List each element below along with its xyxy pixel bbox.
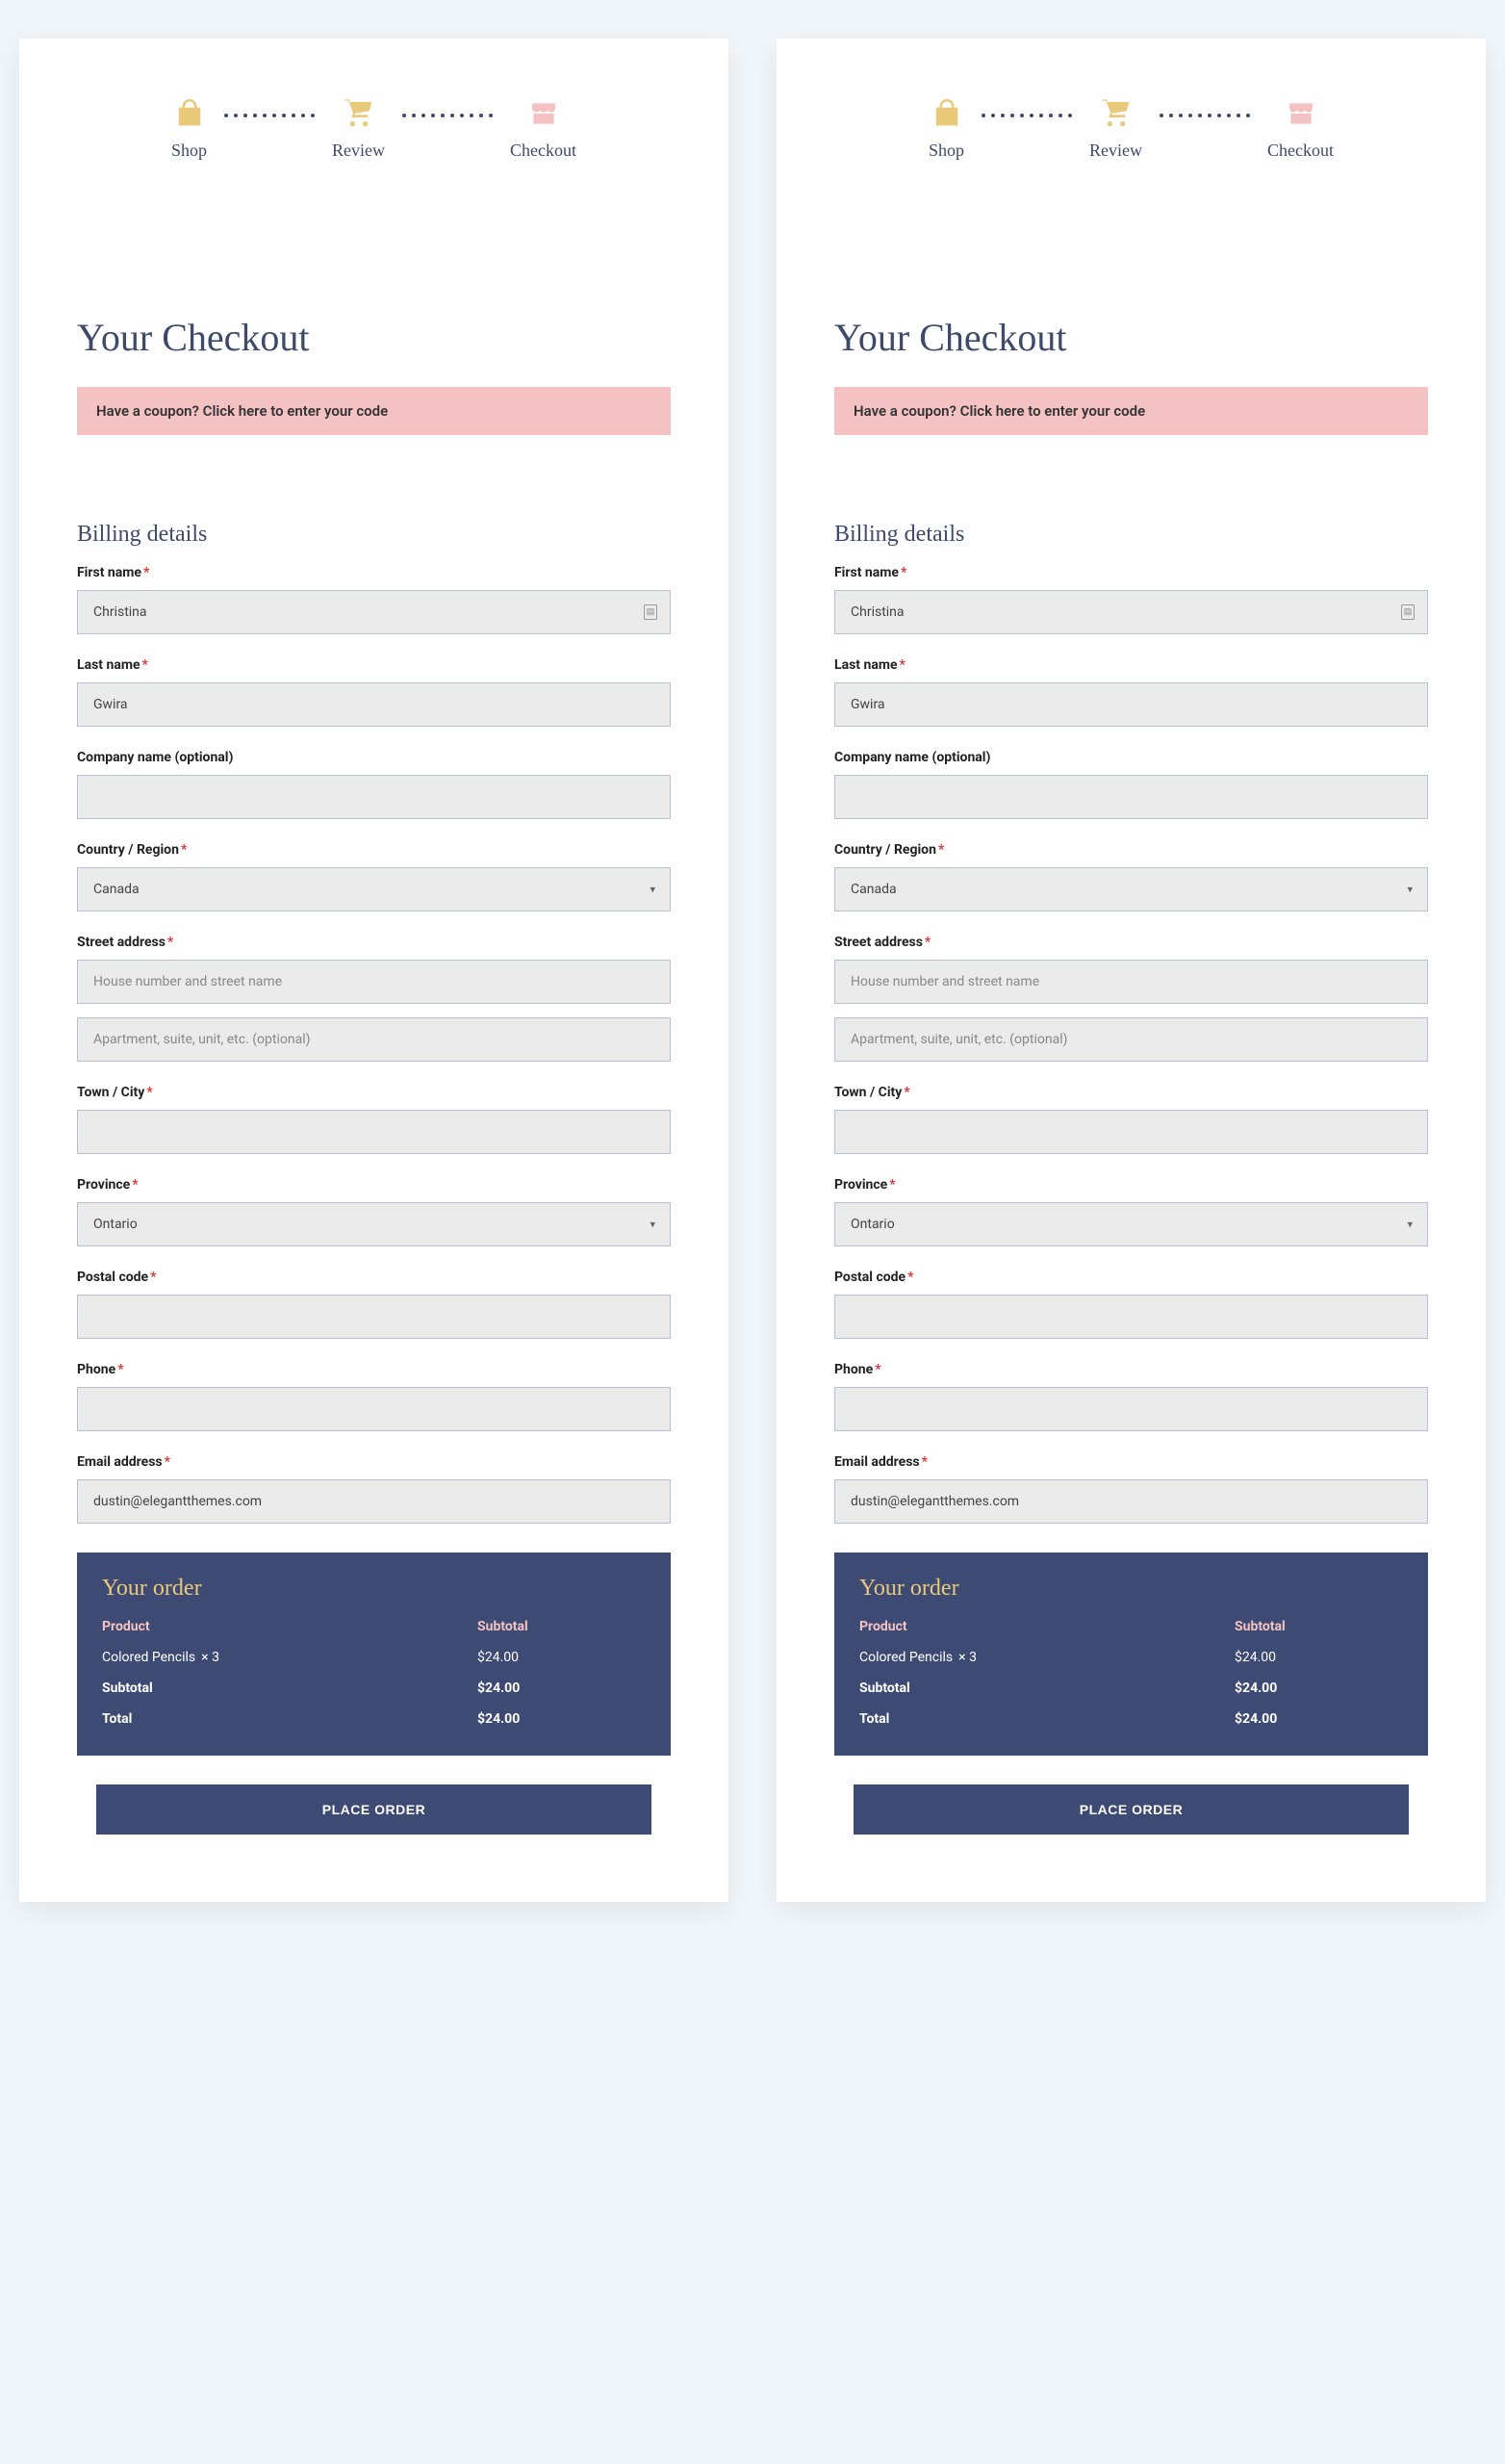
step-shop[interactable]: Shop bbox=[929, 96, 964, 161]
phone-input[interactable] bbox=[834, 1387, 1428, 1431]
step-dots bbox=[224, 114, 315, 117]
postal-input[interactable] bbox=[77, 1295, 671, 1339]
order-item-price: $24.00 bbox=[1235, 1650, 1276, 1665]
street2-input[interactable] bbox=[834, 1017, 1428, 1062]
step-review[interactable]: Review bbox=[332, 96, 385, 161]
city-label: Town / City* bbox=[834, 1085, 1428, 1100]
first-name-label: First name* bbox=[77, 565, 671, 580]
coupon-banner[interactable]: Have a coupon? Click here to enter your … bbox=[77, 387, 671, 435]
step-label: Checkout bbox=[510, 141, 576, 161]
step-review[interactable]: Review bbox=[1089, 96, 1142, 161]
last-name-input[interactable] bbox=[834, 682, 1428, 727]
step-shop[interactable]: Shop bbox=[171, 96, 207, 161]
city-input[interactable] bbox=[77, 1110, 671, 1154]
order-total-label: Total bbox=[102, 1711, 477, 1727]
order-subtotal-value: $24.00 bbox=[477, 1681, 520, 1696]
shopping-bag-icon bbox=[172, 96, 207, 131]
order-item-name: Colored Pencils× 3 bbox=[859, 1650, 1235, 1665]
order-total-value: $24.00 bbox=[1235, 1711, 1277, 1727]
checkout-card: Shop Review Checkout Your Checkout Have … bbox=[777, 38, 1486, 1902]
order-header-subtotal: Subtotal bbox=[1235, 1619, 1286, 1634]
phone-input[interactable] bbox=[77, 1387, 671, 1431]
city-input[interactable] bbox=[834, 1110, 1428, 1154]
country-label: Country / Region* bbox=[77, 842, 671, 858]
order-subtotal-label: Subtotal bbox=[102, 1681, 477, 1696]
order-summary: Your order Product Subtotal Colored Penc… bbox=[834, 1553, 1428, 1756]
billing-section-title: Billing details bbox=[834, 522, 1428, 548]
order-total-label: Total bbox=[859, 1711, 1235, 1727]
order-header-product: Product bbox=[859, 1619, 1235, 1634]
step-label: Review bbox=[332, 141, 385, 161]
order-total-value: $24.00 bbox=[477, 1711, 520, 1727]
order-subtotal-value: $24.00 bbox=[1235, 1681, 1277, 1696]
page-title: Your Checkout bbox=[834, 315, 1428, 360]
billing-section-title: Billing details bbox=[77, 522, 671, 548]
company-label: Company name (optional) bbox=[77, 750, 671, 765]
order-item-name: Colored Pencils× 3 bbox=[102, 1650, 477, 1665]
order-subtotal-label: Subtotal bbox=[859, 1681, 1235, 1696]
province-label: Province* bbox=[834, 1177, 1428, 1193]
store-icon bbox=[1284, 96, 1318, 131]
email-label: Email address* bbox=[77, 1454, 671, 1470]
step-label: Shop bbox=[171, 141, 207, 161]
province-select[interactable]: Ontario bbox=[834, 1202, 1428, 1246]
store-icon bbox=[526, 96, 561, 131]
province-select[interactable]: Ontario bbox=[77, 1202, 671, 1246]
step-dots bbox=[402, 114, 493, 117]
order-title: Your order bbox=[102, 1576, 646, 1602]
order-header-subtotal: Subtotal bbox=[477, 1619, 528, 1634]
autofill-icon: ▤ bbox=[644, 604, 657, 620]
progress-stepper: Shop Review Checkout bbox=[834, 96, 1428, 161]
email-label: Email address* bbox=[834, 1454, 1428, 1470]
order-title: Your order bbox=[859, 1576, 1403, 1602]
email-input[interactable] bbox=[834, 1479, 1428, 1524]
country-select[interactable]: Canada bbox=[77, 867, 671, 911]
step-label: Checkout bbox=[1267, 141, 1334, 161]
shopping-bag-icon bbox=[930, 96, 964, 131]
cart-icon bbox=[1099, 96, 1134, 131]
street-label: Street address* bbox=[834, 935, 1428, 950]
first-name-label: First name* bbox=[834, 565, 1428, 580]
checkout-card: Shop Review Checkout Your Checkout Have … bbox=[19, 38, 728, 1902]
place-order-button[interactable]: PLACE ORDER bbox=[96, 1784, 651, 1835]
step-label: Shop bbox=[929, 141, 964, 161]
street-label: Street address* bbox=[77, 935, 671, 950]
order-header-product: Product bbox=[102, 1619, 477, 1634]
postal-label: Postal code* bbox=[834, 1270, 1428, 1285]
country-label: Country / Region* bbox=[834, 842, 1428, 858]
cart-icon bbox=[342, 96, 376, 131]
street2-input[interactable] bbox=[77, 1017, 671, 1062]
city-label: Town / City* bbox=[77, 1085, 671, 1100]
order-summary: Your order Product Subtotal Colored Penc… bbox=[77, 1553, 671, 1756]
progress-stepper: Shop Review Checkout bbox=[77, 96, 671, 161]
place-order-button[interactable]: PLACE ORDER bbox=[854, 1784, 1409, 1835]
step-dots bbox=[1160, 114, 1250, 117]
order-item-price: $24.00 bbox=[477, 1650, 519, 1665]
phone-label: Phone* bbox=[834, 1362, 1428, 1377]
phone-label: Phone* bbox=[77, 1362, 671, 1377]
last-name-label: Last name* bbox=[834, 657, 1428, 673]
company-input[interactable] bbox=[77, 775, 671, 819]
street1-input[interactable] bbox=[77, 960, 671, 1004]
company-input[interactable] bbox=[834, 775, 1428, 819]
last-name-input[interactable] bbox=[77, 682, 671, 727]
country-select[interactable]: Canada bbox=[834, 867, 1428, 911]
first-name-input[interactable] bbox=[834, 590, 1428, 634]
email-input[interactable] bbox=[77, 1479, 671, 1524]
coupon-banner[interactable]: Have a coupon? Click here to enter your … bbox=[834, 387, 1428, 435]
postal-input[interactable] bbox=[834, 1295, 1428, 1339]
last-name-label: Last name* bbox=[77, 657, 671, 673]
province-label: Province* bbox=[77, 1177, 671, 1193]
first-name-input[interactable] bbox=[77, 590, 671, 634]
postal-label: Postal code* bbox=[77, 1270, 671, 1285]
step-dots bbox=[982, 114, 1072, 117]
autofill-icon: ▤ bbox=[1401, 604, 1415, 620]
company-label: Company name (optional) bbox=[834, 750, 1428, 765]
step-checkout[interactable]: Checkout bbox=[510, 96, 576, 161]
step-label: Review bbox=[1089, 141, 1142, 161]
page-title: Your Checkout bbox=[77, 315, 671, 360]
step-checkout[interactable]: Checkout bbox=[1267, 96, 1334, 161]
street1-input[interactable] bbox=[834, 960, 1428, 1004]
